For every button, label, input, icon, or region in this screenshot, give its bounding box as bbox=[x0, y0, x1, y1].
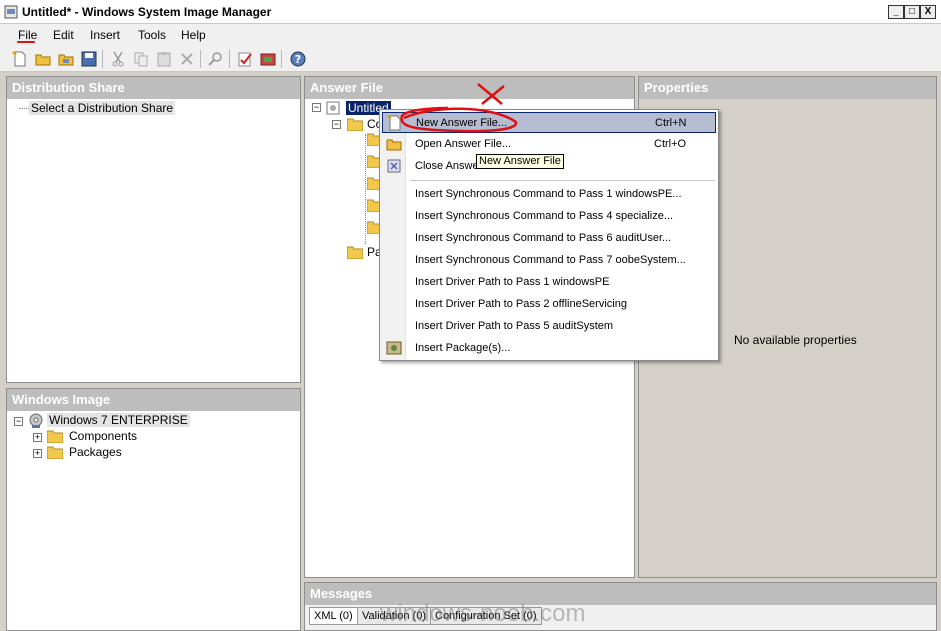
new-icon[interactable] bbox=[12, 51, 28, 67]
ctx-label: Insert Driver Path to Pass 1 windowsPE bbox=[415, 276, 610, 288]
ctx-label: Insert Driver Path to Pass 5 auditSystem bbox=[415, 320, 614, 332]
open-icon[interactable] bbox=[35, 51, 51, 67]
ctx-insert-driver-pass5[interactable]: Insert Driver Path to Pass 5 auditSystem bbox=[382, 316, 716, 337]
collapse-toggle[interactable]: − bbox=[14, 417, 23, 426]
ctx-label: Insert Driver Path to Pass 2 offlineServ… bbox=[415, 298, 627, 310]
help-icon[interactable]: ? bbox=[290, 51, 306, 67]
folder-icon bbox=[47, 430, 63, 443]
folder-icon bbox=[47, 446, 63, 459]
menu-insert[interactable]: Insert bbox=[90, 28, 120, 42]
ctx-shortcut: Ctrl+O bbox=[654, 138, 687, 150]
toolbar-separator bbox=[229, 50, 230, 68]
close-button[interactable]: X bbox=[920, 5, 936, 19]
windows-image-pane: Windows Image − Windows 7 ENTERPRISE + C… bbox=[6, 388, 301, 631]
expand-toggle[interactable]: + bbox=[33, 433, 42, 442]
context-menu: New Answer File... Ctrl+N Open Answer Fi… bbox=[379, 109, 719, 361]
windows-image-root[interactable]: Windows 7 ENTERPRISE bbox=[47, 413, 190, 427]
ctx-insert-sync-pass4[interactable]: Insert Synchronous Command to Pass 4 spe… bbox=[382, 206, 716, 227]
toolbar-separator bbox=[281, 50, 282, 68]
windows-image-header: Windows Image bbox=[7, 389, 300, 411]
toolbar-separator bbox=[200, 50, 201, 68]
save-icon[interactable] bbox=[81, 51, 97, 67]
toolbar: ? bbox=[0, 46, 941, 72]
folder-icon bbox=[347, 246, 363, 259]
collapse-toggle[interactable]: − bbox=[312, 103, 321, 112]
computer-disc-icon bbox=[29, 413, 43, 428]
ctx-label: Insert Package(s)... bbox=[415, 342, 511, 354]
distribution-share-pane: Distribution Share Select a Distribution… bbox=[6, 76, 301, 383]
tree-line bbox=[19, 108, 29, 109]
open-folder-icon bbox=[386, 139, 402, 151]
collapse-toggle[interactable]: − bbox=[332, 120, 341, 129]
ctx-label: Insert Synchronous Command to Pass 7 oob… bbox=[415, 254, 686, 266]
menu-tools[interactable]: Tools bbox=[138, 28, 166, 42]
window-title: Untitled* - Windows System Image Manager bbox=[22, 5, 272, 19]
watermark: windows-noob.com bbox=[380, 600, 586, 627]
windows-image-packages[interactable]: Packages bbox=[69, 445, 122, 459]
ctx-insert-driver-pass2[interactable]: Insert Driver Path to Pass 2 offlineServ… bbox=[382, 294, 716, 315]
open-folder-icon[interactable] bbox=[58, 51, 74, 67]
no-properties-text: No available properties bbox=[734, 333, 857, 347]
red-annotation-underline bbox=[17, 41, 35, 43]
distribution-share-header: Distribution Share bbox=[7, 77, 300, 99]
app-icon bbox=[4, 5, 18, 19]
expand-toggle[interactable]: + bbox=[33, 449, 42, 458]
ctx-label: Insert Synchronous Command to Pass 6 aud… bbox=[415, 232, 672, 244]
package-icon bbox=[386, 341, 402, 355]
ctx-label: Insert Synchronous Command to Pass 4 spe… bbox=[415, 210, 674, 222]
create-config-set-icon[interactable] bbox=[260, 51, 276, 67]
menu-help[interactable]: Help bbox=[181, 28, 206, 42]
validate-icon[interactable] bbox=[237, 51, 253, 67]
close-file-icon bbox=[387, 159, 401, 173]
ctx-insert-sync-pass7[interactable]: Insert Synchronous Command to Pass 7 oob… bbox=[382, 250, 716, 271]
ctx-insert-sync-pass6[interactable]: Insert Synchronous Command to Pass 6 aud… bbox=[382, 228, 716, 249]
cut-icon[interactable] bbox=[110, 51, 126, 67]
ctx-separator bbox=[410, 180, 715, 181]
ctx-shortcut: Ctrl+N bbox=[655, 117, 687, 129]
tooltip: New Answer File bbox=[476, 154, 564, 169]
windows-image-components[interactable]: Components bbox=[69, 429, 137, 443]
tab-xml[interactable]: XML (0) bbox=[309, 607, 358, 625]
minimize-button[interactable]: _ bbox=[888, 5, 904, 19]
ctx-insert-packages[interactable]: Insert Package(s)... bbox=[382, 338, 716, 359]
toolbar-separator bbox=[102, 50, 103, 68]
copy-icon[interactable] bbox=[133, 51, 149, 67]
ctx-label: Open Answer File... bbox=[415, 138, 511, 150]
folder-icon bbox=[347, 118, 363, 131]
ctx-open-answer-file[interactable]: Open Answer File... Ctrl+O bbox=[382, 134, 716, 155]
menu-edit[interactable]: Edit bbox=[53, 28, 74, 42]
red-annotation-marks bbox=[400, 83, 518, 133]
menu-bar: File Edit Insert Tools Help bbox=[0, 24, 941, 46]
answer-file-icon bbox=[326, 101, 340, 115]
paste-icon[interactable] bbox=[156, 51, 172, 67]
title-bar: Untitled* - Windows System Image Manager… bbox=[0, 0, 941, 24]
select-distribution-share-item[interactable]: Select a Distribution Share bbox=[29, 101, 176, 115]
delete-icon[interactable] bbox=[179, 51, 195, 67]
menu-file[interactable]: File bbox=[18, 28, 37, 42]
ctx-label: Insert Synchronous Command to Pass 1 win… bbox=[415, 188, 682, 200]
properties-header: Properties bbox=[639, 77, 936, 99]
maximize-button[interactable]: □ bbox=[904, 5, 920, 19]
find-icon[interactable] bbox=[208, 51, 224, 67]
svg-text:?: ? bbox=[295, 53, 301, 66]
ctx-insert-sync-pass1[interactable]: Insert Synchronous Command to Pass 1 win… bbox=[382, 184, 716, 205]
ctx-insert-driver-pass1[interactable]: Insert Driver Path to Pass 1 windowsPE bbox=[382, 272, 716, 293]
